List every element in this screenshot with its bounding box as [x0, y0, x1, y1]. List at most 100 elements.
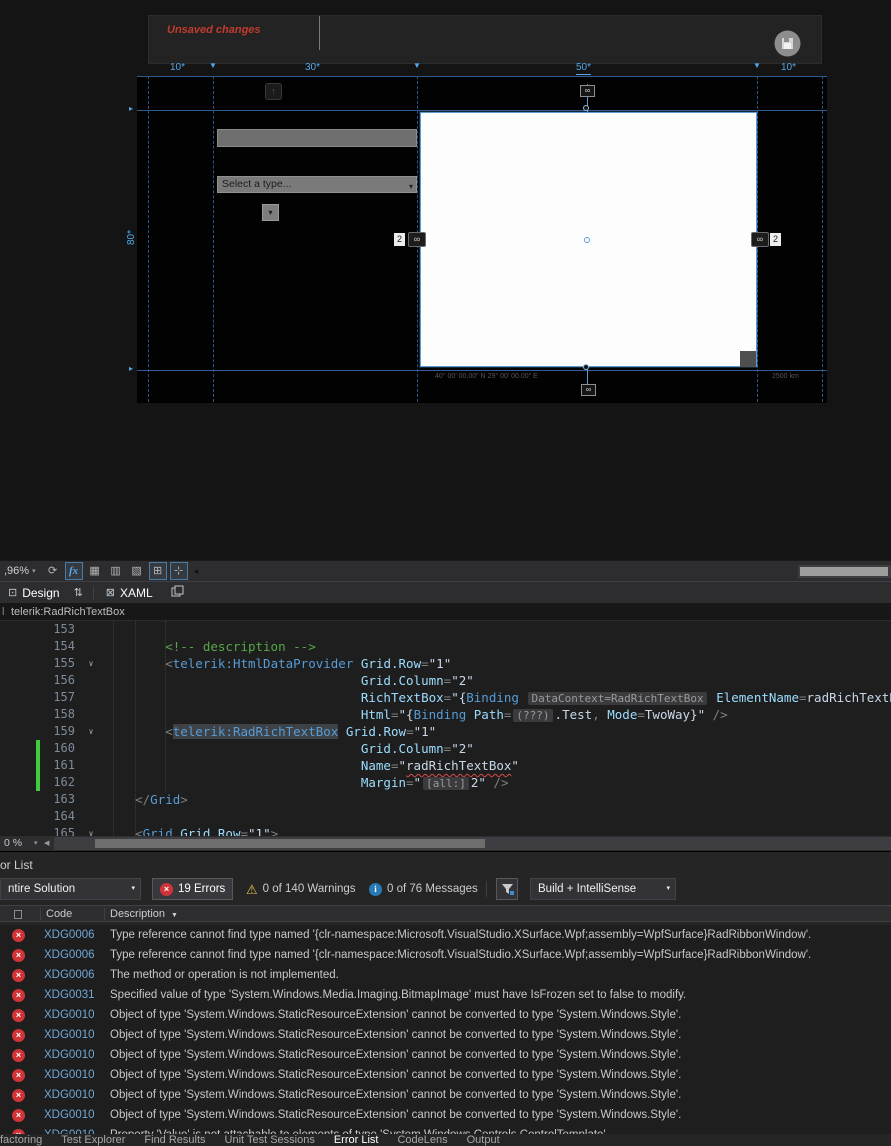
severity-column-icon[interactable] — [14, 910, 22, 919]
code-line[interactable]: 155 ∨ <telerik:HtmlDataProvider Grid.Row="… — [0, 655, 891, 672]
error-row[interactable]: × XDG0010 Object of type 'System.Windows.S… — [0, 1105, 891, 1125]
error-row[interactable]: × XDG0010 Object of type 'System.Windows.S… — [0, 1065, 891, 1085]
center-handle-icon[interactable] — [584, 237, 590, 243]
design-dropdown-button[interactable]: ▾ — [262, 204, 279, 221]
chevron-down-icon: ▾ — [408, 182, 413, 191]
designer-hscrollbar-thumb[interactable] — [800, 567, 888, 576]
panel-tab-codelens[interactable]: CodeLens — [397, 1134, 447, 1146]
tab-design[interactable]: ⊡ Design — [0, 582, 68, 604]
top-align-handle-icon[interactable] — [583, 105, 589, 111]
messages-filter-button[interactable]: i 0 of 76 Messages — [369, 878, 478, 900]
grid-row-size[interactable]: 80* — [126, 230, 137, 245]
column-divider[interactable] — [104, 908, 105, 920]
error-row[interactable]: × XDG0010 Object of type 'System.Windows.S… — [0, 1085, 891, 1105]
design-canvas[interactable]: ↑ Select a type... ▾ ▾ ∞ ∞ ∞ 2 ∞ 2 40° 0… — [137, 76, 827, 403]
code-line[interactable]: 156 Grid.Column="2" — [0, 672, 891, 689]
panel-tab-unit-test-sessions[interactable]: Unit Test Sessions — [225, 1134, 315, 1146]
bottom-margin-anchor-icon[interactable]: ∞ — [581, 384, 596, 396]
right-margin-chain-icon[interactable]: ∞ — [751, 232, 769, 247]
snap-to-snaplines-toggle[interactable]: ⊹ — [169, 562, 188, 580]
left-margin-chain-icon[interactable]: ∞ — [408, 232, 426, 247]
show-annotations-icon[interactable]: ▧ — [128, 562, 146, 580]
editor-hscrollbar-row: 0 % ▾ ◀ — [0, 836, 891, 851]
error-row[interactable]: × XDG0006 Type reference cannot find type … — [0, 925, 891, 945]
snap-to-grid-toggle[interactable]: ⊞ — [148, 562, 167, 580]
grid-column-size-0[interactable]: 10* — [170, 62, 185, 73]
description-column-header[interactable]: Description ▼ — [110, 908, 178, 920]
line-number: 155 — [53, 656, 75, 670]
error-row[interactable]: × XDG0006 The method or operation is not i… — [0, 965, 891, 985]
editor-breadcrumb[interactable]: l telerik:RadRichTextBox — [0, 603, 891, 621]
errors-filter-button[interactable]: × 19 Errors — [152, 878, 234, 900]
scope-filter-dropdown[interactable]: ntire Solution ▾ — [0, 878, 141, 900]
warnings-filter-button[interactable]: ⚠ 0 of 140 Warnings — [246, 878, 356, 900]
show-grid-icon[interactable]: ▦ — [86, 562, 104, 580]
grid-column-size-1[interactable]: 30* — [305, 62, 320, 73]
selected-radrichtextbox[interactable] — [420, 112, 757, 367]
column-divider-marker-icon[interactable]: ▼ — [209, 61, 217, 70]
editor-zoom-value[interactable]: 0 % — [4, 836, 22, 851]
refresh-preview-icon[interactable]: ⟳ — [44, 562, 62, 580]
code-line[interactable]: 159 ∨ <telerik:RadRichTextBox Grid.Row="1" — [0, 723, 891, 740]
fold-chevron-icon[interactable]: ∨ — [84, 655, 98, 672]
resize-grip[interactable] — [740, 351, 756, 367]
code-line[interactable]: 162 Margin=" [all:] 2" /> — [0, 774, 891, 791]
code-line[interactable]: 165 ∨ <Grid Grid.Row="1"> — [0, 825, 891, 836]
row-divider-marker-icon[interactable]: ▸ — [129, 364, 133, 373]
column-divider[interactable] — [40, 908, 41, 920]
right-margin-value[interactable]: 2 — [770, 233, 781, 246]
error-row[interactable]: × XDG0031 Specified value of type 'System.… — [0, 985, 891, 1005]
row-divider-marker-icon[interactable]: ▸ — [129, 104, 133, 113]
error-row[interactable]: × XDG0010 Object of type 'System.Windows.S… — [0, 1045, 891, 1065]
error-row[interactable]: × XDG0010 Object of type 'System.Windows.S… — [0, 1005, 891, 1025]
code-line[interactable]: 161 Name="radRichTextBox" — [0, 757, 891, 774]
column-divider-marker-icon[interactable]: ▼ — [753, 61, 761, 70]
chevron-down-icon[interactable]: ▾ — [34, 836, 38, 851]
code-line[interactable]: 153 — [0, 621, 891, 638]
column-divider-marker-icon[interactable]: ▼ — [413, 61, 421, 70]
scroll-left-arrow-icon[interactable]: ◀ — [44, 836, 49, 851]
panel-tab-find-results[interactable]: Find Results — [144, 1134, 205, 1146]
design-textbox[interactable] — [217, 129, 417, 147]
error-row[interactable]: × XDG0010 Object of type 'System.Windows.S… — [0, 1025, 891, 1045]
hidden-toolbar-button[interactable]: ↑ — [265, 83, 282, 100]
swap-panes-icon[interactable]: ⇅ — [68, 586, 89, 599]
tab-xaml[interactable]: ⊠ XAML — [98, 582, 161, 604]
fold-chevron-icon[interactable]: ∨ — [84, 825, 98, 836]
fold-chevron-icon[interactable]: ∨ — [84, 723, 98, 740]
designer-hscrollbar[interactable] — [798, 565, 891, 578]
source-filter-dropdown[interactable]: Build + IntelliSense ▾ — [530, 878, 676, 900]
designer-zoom-combo[interactable]: ,96% ▾ — [0, 561, 40, 582]
code-line[interactable]: 157 RichTextBox="{Binding DataContext=Rad… — [0, 689, 891, 706]
editor-hscrollbar-thumb[interactable] — [95, 839, 485, 848]
panel-tab-error-list[interactable]: Error List — [334, 1134, 379, 1146]
code-line[interactable]: 158 Html="{Binding Path= (???) .Test, Mode=… — [0, 706, 891, 723]
effects-fx-toggle[interactable]: fx — [64, 562, 83, 580]
show-snap-grid-icon[interactable]: ▥ — [107, 562, 125, 580]
xaml-code-editor[interactable]: 153 154 <!-- description --> 155 ∨ <telerik:H… — [0, 621, 891, 836]
collapse-arrow-icon[interactable]: ◂ — [194, 566, 199, 577]
code-line[interactable]: 164 — [0, 808, 891, 825]
code-column-header[interactable]: Code — [46, 908, 72, 920]
panel-tab-test-explorer[interactable]: Test Explorer — [61, 1134, 125, 1146]
popout-window-icon[interactable] — [171, 585, 184, 600]
line-number: 165 — [53, 826, 75, 836]
design-combobox[interactable]: Select a type... ▾ — [217, 176, 417, 193]
messages-count-label: 0 of 76 Messages — [387, 883, 478, 895]
error-icon: × — [12, 928, 25, 942]
filter-button[interactable] — [496, 878, 518, 900]
code-line[interactable]: 160 Grid.Column="2" — [0, 740, 891, 757]
left-margin-value[interactable]: 2 — [394, 233, 405, 246]
panel-tab-output[interactable]: Output — [467, 1134, 500, 1146]
breadcrumb-current-element[interactable]: telerik:RadRichTextBox — [11, 603, 125, 621]
code-line[interactable]: 163 </Grid> — [0, 791, 891, 808]
grid-column-size-3[interactable]: 10* — [781, 62, 796, 73]
error-code: XDG0010 — [44, 1049, 95, 1061]
error-icon: × — [12, 1068, 25, 1082]
error-row[interactable]: × XDG0006 Type reference cannot find type … — [0, 945, 891, 965]
bottom-align-handle-icon[interactable] — [583, 364, 589, 370]
panel-tab-factoring[interactable]: factoring — [0, 1134, 42, 1146]
top-margin-anchor-icon[interactable]: ∞ — [580, 85, 595, 97]
grid-column-size-2[interactable]: 50* — [576, 62, 592, 75]
code-line[interactable]: 154 <!-- description --> — [0, 638, 891, 655]
